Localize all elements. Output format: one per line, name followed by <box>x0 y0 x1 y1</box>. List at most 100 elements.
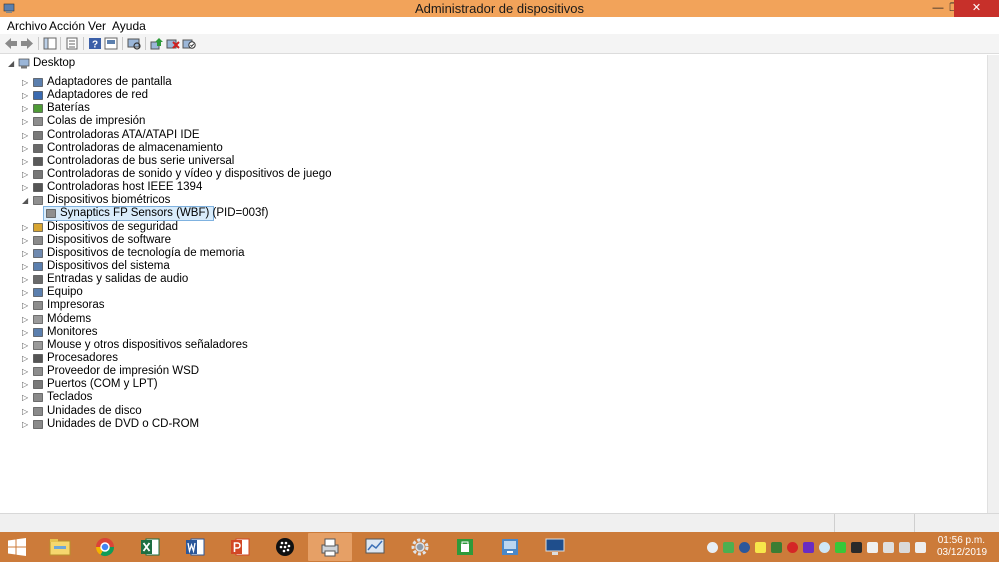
device-category-label[interactable]: Dispositivos de seguridad <box>47 221 178 234</box>
device-category-label[interactable]: Procesadores <box>47 352 118 365</box>
device-category-label[interactable]: Controladoras de bus serie universal <box>47 155 234 168</box>
menu-archivo[interactable]: Archivo <box>7 19 47 33</box>
console-view-icon[interactable] <box>104 37 118 50</box>
expand-arrow-icon[interactable]: ▷ <box>22 181 30 194</box>
expand-arrow-icon[interactable]: ▷ <box>22 129 30 142</box>
menu-accion[interactable]: Acción <box>49 19 85 33</box>
update-driver-icon[interactable] <box>150 37 164 50</box>
expand-arrow-icon[interactable]: ▷ <box>22 405 30 418</box>
cloud-tray-icon[interactable] <box>707 542 718 553</box>
expand-arrow-icon[interactable]: ▷ <box>22 76 30 89</box>
taskbar-store[interactable] <box>443 533 487 561</box>
expand-arrow-icon[interactable]: ▷ <box>22 234 30 247</box>
expand-arrow-icon[interactable]: ▷ <box>22 313 30 326</box>
device-category-label[interactable]: Dispositivos de tecnología de memoria <box>47 247 245 260</box>
device-category-label[interactable]: Controladoras ATA/ATAPI IDE <box>47 129 200 142</box>
taskbar-monitor-app[interactable] <box>533 533 577 561</box>
device-category-label[interactable]: Teclados <box>47 391 92 404</box>
tray-flag-icon[interactable] <box>867 542 878 553</box>
collapse-arrow-icon[interactable]: ◢ <box>22 194 30 207</box>
tree-root-label[interactable]: Desktop <box>33 57 75 70</box>
expand-arrow-icon[interactable]: ▷ <box>22 378 30 391</box>
taskbar-file-explorer[interactable] <box>38 533 82 561</box>
properties-icon[interactable] <box>65 37 79 50</box>
expand-arrow-icon[interactable]: ▷ <box>22 89 30 102</box>
title-bar[interactable]: Administrador de dispositivos — ❐ ✕ <box>0 0 999 17</box>
scan-hardware-icon[interactable] <box>127 37 141 50</box>
help-icon[interactable]: ? <box>88 37 102 50</box>
expand-arrow-icon[interactable]: ▷ <box>22 352 30 365</box>
tray-cloud2-icon[interactable] <box>819 542 830 553</box>
device-category-label[interactable]: Colas de impresión <box>47 115 145 128</box>
device-category-label[interactable]: Baterías <box>47 102 90 115</box>
expand-arrow-icon[interactable]: ▷ <box>22 221 30 234</box>
tray-a-icon[interactable] <box>739 542 750 553</box>
back-arrow-icon[interactable] <box>4 37 18 50</box>
device-category-label[interactable]: Adaptadores de pantalla <box>47 76 172 89</box>
clock[interactable]: 01:56 p.m. 03/12/2019 <box>937 535 987 559</box>
taskbar-remote-desktop[interactable] <box>488 533 532 561</box>
show-hide-tree-icon[interactable] <box>43 37 57 50</box>
taskbar-powerpoint[interactable] <box>218 533 262 561</box>
device-category-label[interactable]: Equipo <box>47 286 83 299</box>
device-category-label[interactable]: Dispositivos del sistema <box>47 260 170 273</box>
tray-check-icon[interactable] <box>723 542 734 553</box>
taskbar-settings[interactable] <box>398 533 442 561</box>
device-category-label[interactable]: Entradas y salidas de audio <box>47 273 188 286</box>
menu-ver[interactable]: Ver <box>88 19 106 33</box>
taskbar-control-panel[interactable] <box>353 533 397 561</box>
expand-arrow-icon[interactable]: ▷ <box>22 418 30 431</box>
device-category-label[interactable]: Proveedor de impresión WSD <box>47 365 199 378</box>
device-item-label[interactable]: Synaptics FP Sensors (WBF) (PID=003f) <box>60 207 268 220</box>
taskbar-blackberry[interactable] <box>263 533 307 561</box>
vertical-scrollbar[interactable] <box>987 55 999 513</box>
volume-icon[interactable] <box>915 542 926 553</box>
device-category-label[interactable]: Módems <box>47 313 91 326</box>
device-category-label[interactable]: Puertos (COM y LPT) <box>47 378 158 391</box>
taskbar-device-manager-app[interactable] <box>308 533 352 561</box>
device-category-label[interactable]: Controladoras de sonido y vídeo y dispos… <box>47 168 331 181</box>
expand-arrow-icon[interactable]: ▷ <box>22 168 30 181</box>
expand-arrow-icon[interactable]: ▷ <box>22 142 30 155</box>
device-category-label[interactable]: Controladoras de almacenamiento <box>47 142 223 155</box>
expand-arrow-icon[interactable]: ▷ <box>22 273 30 286</box>
device-category-label[interactable]: Impresoras <box>47 299 105 312</box>
tray-network-icon[interactable] <box>883 542 894 553</box>
tray-note-icon[interactable] <box>755 542 766 553</box>
expand-arrow-icon[interactable]: ▷ <box>22 365 30 378</box>
forward-arrow-icon[interactable] <box>20 37 34 50</box>
expand-arrow-icon[interactable]: ▷ <box>22 102 30 115</box>
tray-purple-icon[interactable] <box>803 542 814 553</box>
tray-green-icon[interactable] <box>835 542 846 553</box>
tray-app-icon[interactable] <box>771 542 782 553</box>
expand-arrow-icon[interactable]: ▷ <box>22 391 30 404</box>
enable-device-icon[interactable] <box>182 37 196 50</box>
device-category-label[interactable]: Mouse y otros dispositivos señaladores <box>47 339 248 352</box>
menu-ayuda[interactable]: Ayuda <box>112 19 146 33</box>
expand-arrow-icon[interactable]: ▷ <box>22 155 30 168</box>
collapse-arrow-icon[interactable]: ◢ <box>8 57 16 70</box>
tray-display-icon[interactable] <box>899 542 910 553</box>
device-category-label[interactable]: Adaptadores de red <box>47 89 148 102</box>
taskbar-word[interactable] <box>173 533 217 561</box>
close-button[interactable]: ✕ <box>954 0 999 17</box>
taskbar-excel[interactable] <box>128 533 172 561</box>
taskbar-chrome[interactable] <box>83 533 127 561</box>
device-category-label[interactable]: Monitores <box>47 326 98 339</box>
expand-arrow-icon[interactable]: ▷ <box>22 339 30 352</box>
device-category-label[interactable]: Unidades de disco <box>47 405 142 418</box>
expand-arrow-icon[interactable]: ▷ <box>22 326 30 339</box>
expand-arrow-icon[interactable]: ▷ <box>22 115 30 128</box>
expand-arrow-icon[interactable]: ▷ <box>22 247 30 260</box>
tray-red-icon[interactable] <box>787 542 798 553</box>
device-category-label[interactable]: Dispositivos de software <box>47 234 171 247</box>
uninstall-device-icon[interactable] <box>166 37 180 50</box>
device-tree[interactable]: ◢ Desktop ▷ Adaptadores de pantalla ▷ Adapt… <box>0 55 987 513</box>
expand-arrow-icon[interactable]: ▷ <box>22 260 30 273</box>
start-windows-icon[interactable] <box>8 538 26 556</box>
tray-dark-icon[interactable] <box>851 542 862 553</box>
device-category-label[interactable]: Unidades de DVD o CD-ROM <box>47 418 199 431</box>
expand-arrow-icon[interactable]: ▷ <box>22 286 30 299</box>
expand-arrow-icon[interactable]: ▷ <box>22 299 30 312</box>
device-category-label[interactable]: Controladoras host IEEE 1394 <box>47 181 202 194</box>
